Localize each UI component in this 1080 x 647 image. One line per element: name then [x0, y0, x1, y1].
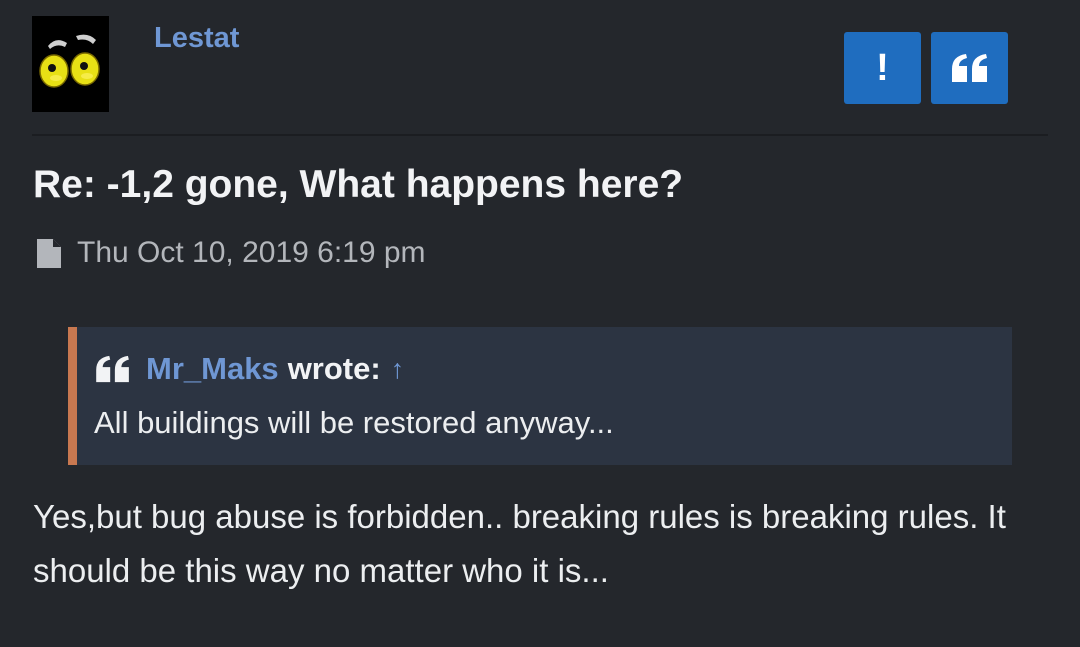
quote-header: Mr_Maks wrote: ↑ [94, 351, 404, 387]
avatar[interactable] [32, 16, 109, 112]
exclamation-icon: ! [876, 46, 889, 89]
post-author[interactable]: Lestat [154, 22, 239, 55]
quote-wrote-label: wrote: [287, 351, 381, 386]
post-meta: Thu Oct 10, 2019 6:19 pm [36, 236, 426, 270]
file-icon [36, 238, 62, 269]
quote-icon [951, 54, 987, 82]
post-title[interactable]: Re: -1,2 gone, What happens here? [33, 163, 683, 207]
avatar-eyes-icon [39, 34, 100, 88]
quote-button[interactable] [931, 32, 1008, 104]
header-divider [32, 134, 1048, 136]
post-date[interactable]: Thu Oct 10, 2019 6:19 pm [77, 236, 426, 270]
post-body: Yes,but bug abuse is forbidden.. breakin… [33, 498, 1006, 589]
report-button[interactable]: ! [844, 32, 921, 104]
quote-author-link[interactable]: Mr_Maks [146, 351, 279, 387]
quote-mark-icon [94, 355, 132, 383]
quote-text: All buildings will be restored anyway... [94, 405, 614, 440]
post-container: Lestat ! Re: -1,2 gone, What happens her… [0, 0, 1080, 647]
quote-block: Mr_Maks wrote: ↑ All buildings will be r… [68, 327, 1012, 465]
quote-jump-link[interactable]: ↑ [391, 354, 405, 385]
